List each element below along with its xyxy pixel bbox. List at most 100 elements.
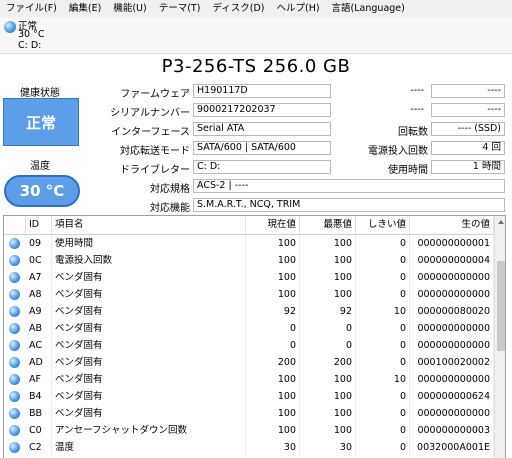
cell-threshold: 0 — [356, 439, 410, 456]
table-row[interactable]: AD ベンダ固有 200 200 0 000100020002 — [4, 354, 494, 371]
cell-threshold: 10 — [356, 371, 410, 388]
cell-name: ベンダ固有 — [52, 320, 246, 337]
cell-worst: 100 — [300, 422, 356, 439]
cell-current: 200 — [246, 354, 300, 371]
table-header: ID 項目名 現在値 最悪値 しきい値 生の値 — [4, 216, 494, 235]
drive-temperature: 30 °C — [18, 29, 45, 40]
scroll-up-arrow-icon[interactable] — [495, 216, 505, 228]
cell-id: B4 — [26, 388, 52, 405]
right-field-1b: ---- — [431, 84, 505, 98]
power-count-label: 電源投入回数 — [368, 146, 428, 157]
table-row[interactable]: BB ベンダ固有 100 100 0 000000000000 — [4, 405, 494, 422]
cell-id: 09 — [26, 235, 52, 252]
power-count-field: 4 回 — [431, 141, 505, 155]
cell-current: 100 — [246, 235, 300, 252]
cell-current: 30 — [246, 439, 300, 456]
health-status-button[interactable]: 正常 — [3, 98, 79, 146]
cell-name: ベンダ固有 — [52, 388, 246, 405]
cell-threshold: 0 — [356, 337, 410, 354]
cell-id: A9 — [26, 303, 52, 320]
drive-bar: 正常 30 °C C: D: — [0, 17, 512, 54]
hours-field: 1 時間 — [431, 160, 505, 174]
table-row[interactable]: AC ベンダ固有 0 0 0 000000000000 — [4, 337, 494, 354]
table-row[interactable]: AB ベンダ固有 0 0 0 000000000000 — [4, 320, 494, 337]
health-label: 健康状態 — [20, 88, 60, 99]
cell-current: 100 — [246, 388, 300, 405]
header-name[interactable]: 項目名 — [52, 216, 246, 234]
cell-worst: 100 — [300, 405, 356, 422]
menu-theme[interactable]: テーマ(T) — [153, 0, 207, 17]
cell-id: BB — [26, 405, 52, 422]
menu-bar: ファイル(F) 編集(E) 機能(U) テーマ(T) ディスク(D) ヘルプ(H… — [0, 0, 512, 17]
cell-id: A8 — [26, 286, 52, 303]
cell-name: アンセーフシャットダウン回数 — [52, 422, 246, 439]
cell-id: AC — [26, 337, 52, 354]
cell-raw: 000000000000 — [410, 320, 494, 337]
vertical-scrollbar[interactable] — [494, 216, 505, 458]
cell-raw: 000000000003 — [410, 422, 494, 439]
cell-current: 100 — [246, 252, 300, 269]
header-current[interactable]: 現在値 — [246, 216, 300, 234]
status-dot-icon — [9, 408, 20, 419]
hours-label: 使用時間 — [388, 165, 428, 176]
cell-threshold: 0 — [356, 405, 410, 422]
table-row[interactable]: C0 アンセーフシャットダウン回数 100 100 0 000000000003 — [4, 422, 494, 439]
features-field: S.M.A.R.T., NCQ, TRIM — [193, 198, 505, 212]
cell-id: AD — [26, 354, 52, 371]
cell-worst: 92 — [300, 303, 356, 320]
standard-field: ACS-2 | ---- — [193, 179, 505, 193]
table-row[interactable]: 09 使用時間 100 100 0 000000000001 — [4, 235, 494, 252]
cell-threshold: 0 — [356, 320, 410, 337]
interface-label: インターフェース — [111, 127, 190, 138]
table-row[interactable]: A9 ベンダ固有 92 92 10 000000080020 — [4, 303, 494, 320]
cell-current: 0 — [246, 337, 300, 354]
menu-edit[interactable]: 編集(E) — [63, 0, 107, 17]
cell-worst: 0 — [300, 337, 356, 354]
rotation-label: 回転数 — [398, 127, 428, 138]
header-icon-col — [4, 216, 26, 234]
cell-raw: 000000000000 — [410, 286, 494, 303]
cell-name: ベンダ固有 — [52, 303, 246, 320]
serial-field: 9000217202037 — [193, 103, 331, 117]
cell-worst: 0 — [300, 320, 356, 337]
cell-worst: 100 — [300, 286, 356, 303]
disk-title: P3-256-TS 256.0 GB — [161, 56, 351, 77]
menu-disk[interactable]: ディスク(D) — [206, 0, 270, 17]
table-row[interactable]: A8 ベンダ固有 100 100 0 000000000000 — [4, 286, 494, 303]
table-row[interactable]: A7 ベンダ固有 100 100 0 000000000000 — [4, 269, 494, 286]
table-row[interactable]: C2 温度 30 30 0 0032000A001E — [4, 439, 494, 456]
header-raw[interactable]: 生の値 — [410, 216, 494, 234]
drive-letter-label: ドライブレター — [120, 165, 190, 176]
temperature-badge[interactable]: 30 °C — [4, 175, 80, 207]
drive-letter-field: C: D: — [193, 160, 331, 174]
header-worst[interactable]: 最悪値 — [300, 216, 356, 234]
table-row[interactable]: 0C 電源投入回数 100 100 0 000000000004 — [4, 252, 494, 269]
temperature-label: 温度 — [30, 161, 50, 172]
features-label: 対応機能 — [150, 203, 190, 214]
cell-threshold: 0 — [356, 252, 410, 269]
table-row[interactable]: B4 ベンダ固有 100 100 0 000000000624 — [4, 388, 494, 405]
menu-language[interactable]: 言語(Language) — [326, 0, 411, 17]
header-threshold[interactable]: しきい値 — [356, 216, 410, 234]
right-field-2b: ---- — [431, 103, 505, 117]
status-dot-icon — [9, 323, 20, 334]
drive-tab[interactable]: 正常 30 °C C: D: — [2, 18, 48, 51]
table-row[interactable]: AF ベンダ固有 100 100 10 000000000000 — [4, 371, 494, 388]
scroll-thumb[interactable] — [497, 261, 505, 351]
menu-help[interactable]: ヘルプ(H) — [270, 0, 325, 17]
header-id[interactable]: ID — [26, 216, 52, 234]
menu-file[interactable]: ファイル(F) — [0, 0, 63, 17]
cell-threshold: 0 — [356, 388, 410, 405]
cell-current: 100 — [246, 371, 300, 388]
serial-label: シリアルナンバー — [110, 108, 190, 119]
cell-id: A7 — [26, 269, 52, 286]
cell-raw: 000100020002 — [410, 354, 494, 371]
menu-function[interactable]: 機能(U) — [107, 0, 152, 17]
cell-worst: 100 — [300, 252, 356, 269]
cell-name: ベンダ固有 — [52, 354, 246, 371]
cell-threshold: 0 — [356, 422, 410, 439]
cell-current: 100 — [246, 286, 300, 303]
cell-current: 100 — [246, 269, 300, 286]
cell-current: 100 — [246, 405, 300, 422]
cell-threshold: 0 — [356, 286, 410, 303]
